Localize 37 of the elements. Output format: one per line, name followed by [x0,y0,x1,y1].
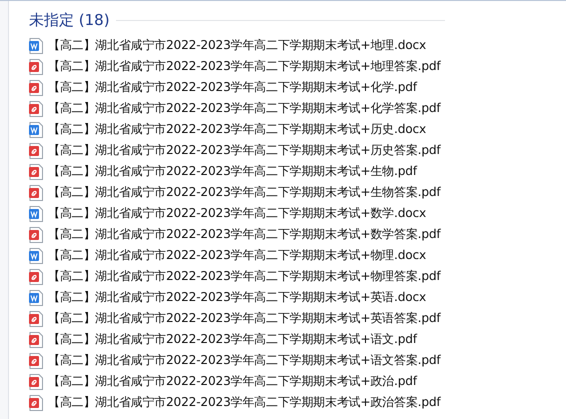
file-name[interactable]: 【高二】湖北省咸宁市2022-2023学年高二下学期期末考试+化学答案.pdf [48,100,440,117]
file-name[interactable]: 【高二】湖北省咸宁市2022-2023学年高二下学期期末考试+物理.docx [48,247,426,264]
file-name[interactable]: 【高二】湖北省咸宁市2022-2023学年高二下学期期末考试+语文.pdf [48,331,417,348]
file-name[interactable]: 【高二】湖北省咸宁市2022-2023学年高二下学期期末考试+英语.docx [48,289,426,306]
pdf-file-icon [29,352,43,368]
file-name[interactable]: 【高二】湖北省咸宁市2022-2023学年高二下学期期末考试+地理.docx [48,37,426,54]
file-name[interactable]: 【高二】湖北省咸宁市2022-2023学年高二下学期期末考试+生物答案.pdf [48,184,440,201]
pdf-file-icon [29,164,43,180]
pdf-file-icon [29,374,43,390]
file-name[interactable]: 【高二】湖北省咸宁市2022-2023学年高二下学期期末考试+生物.pdf [48,163,417,180]
word-file-icon [29,38,43,54]
pdf-file-icon [29,310,43,326]
file-name[interactable]: 【高二】湖北省咸宁市2022-2023学年高二下学期期末考试+历史答案.pdf [48,142,440,159]
file-name[interactable]: 【高二】湖北省咸宁市2022-2023学年高二下学期期末考试+数学.docx [48,205,426,222]
word-file-icon [29,248,43,264]
file-name[interactable]: 【高二】湖北省咸宁市2022-2023学年高二下学期期末考试+历史.docx [48,121,426,138]
file-name[interactable]: 【高二】湖北省咸宁市2022-2023学年高二下学期期末考试+物理答案.pdf [48,268,440,285]
file-name[interactable]: 【高二】湖北省咸宁市2022-2023学年高二下学期期末考试+语文答案.pdf [48,352,440,369]
pdf-file-icon [29,184,43,200]
word-file-icon [29,122,43,138]
file-name[interactable]: 【高二】湖北省咸宁市2022-2023学年高二下学期期末考试+数学答案.pdf [48,226,440,243]
pdf-file-icon [29,268,43,284]
word-file-icon [29,290,43,306]
word-file-icon [29,206,43,222]
pdf-file-icon [29,332,43,348]
pdf-file-icon [29,58,43,74]
file-name[interactable]: 【高二】湖北省咸宁市2022-2023学年高二下学期期末考试+英语答案.pdf [48,310,440,327]
file-name[interactable]: 【高二】湖北省咸宁市2022-2023学年高二下学期期末考试+化学.pdf [48,79,417,96]
file-name[interactable]: 【高二】湖北省咸宁市2022-2023学年高二下学期期末考试+政治答案.pdf [48,394,440,411]
group-header[interactable]: 未指定 (18) [29,10,110,30]
pdf-file-icon [29,394,43,410]
pdf-file-icon [29,226,43,242]
pdf-file-icon [29,142,43,158]
pdf-file-icon [29,100,43,116]
file-name[interactable]: 【高二】湖北省咸宁市2022-2023学年高二下学期期末考试+地理答案.pdf [48,58,440,75]
pdf-file-icon [29,80,43,96]
file-name[interactable]: 【高二】湖北省咸宁市2022-2023学年高二下学期期末考试+政治.pdf [48,373,417,390]
